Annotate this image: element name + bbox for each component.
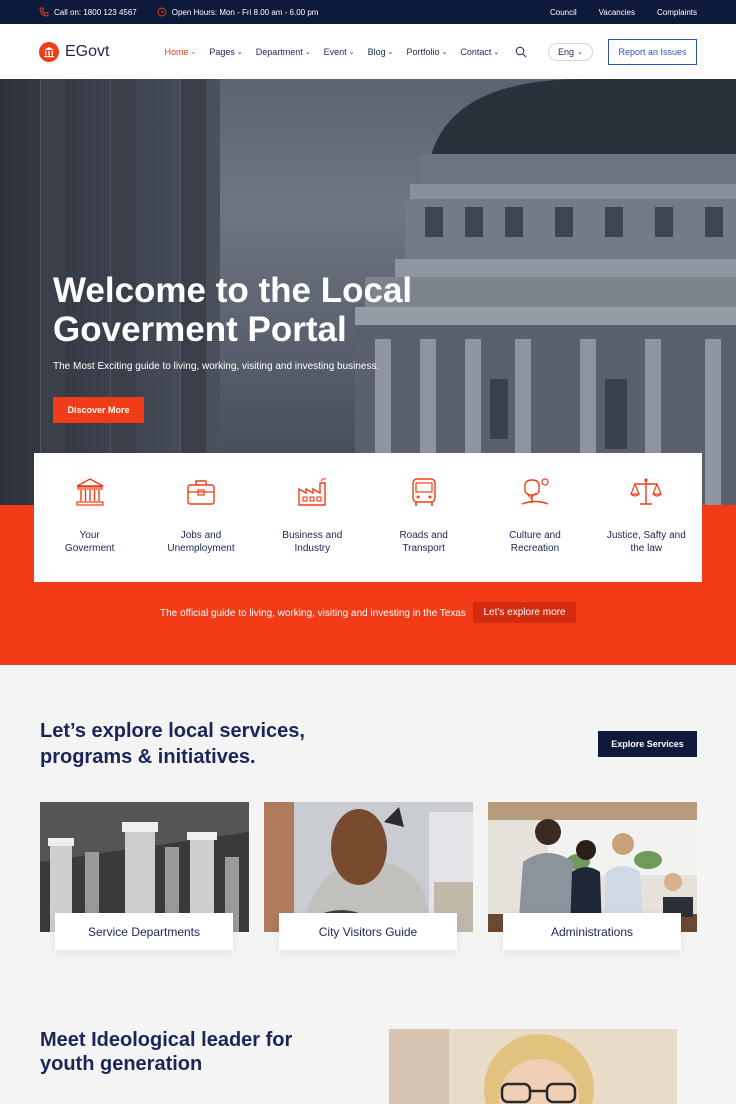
chevron-down-icon: ⌄: [493, 48, 500, 56]
logo[interactable]: EGovt: [39, 41, 110, 62]
service-label: Roads and Transport: [374, 529, 474, 555]
hours-info: Open Hours: Mon - Fri 8.00 am - 6.00 pm: [157, 7, 319, 17]
phone-info[interactable]: Call on: 1800 123 4567: [39, 7, 137, 17]
administrations-card[interactable]: Administrations: [503, 913, 681, 950]
phone-text: Call on: 1800 123 4567: [54, 7, 137, 17]
chevron-down-icon: ⌄: [577, 49, 583, 56]
nav-pages[interactable]: Pages ⌄: [209, 47, 242, 57]
search-icon[interactable]: [515, 46, 527, 58]
band-text: The official guide to living, working, v…: [160, 608, 466, 619]
scales-icon: [630, 478, 663, 505]
service-label-line: Industry: [294, 543, 331, 554]
council-link[interactable]: Council: [550, 8, 577, 17]
explore-more-button[interactable]: Let’s explore more: [473, 602, 576, 623]
language-select[interactable]: Eng ⌄: [548, 43, 593, 61]
service-label-line: the law: [630, 543, 663, 554]
explore-title-line2: programs & initiatives.: [40, 746, 256, 768]
nav-pages-label: Pages: [209, 46, 235, 57]
service-jobs[interactable]: Jobs and Unemployment: [145, 453, 256, 582]
nav-event-label: Event: [323, 46, 347, 57]
bus-icon: [411, 478, 436, 506]
top-bar: Call on: 1800 123 4567 Open Hours: Mon -…: [0, 0, 736, 24]
hours-text: Open Hours: Mon - Fri 8.00 am - 6.00 pm: [171, 7, 319, 17]
complaints-link[interactable]: Complaints: [657, 8, 697, 17]
nav-portfolio-label: Portfolio: [406, 46, 440, 57]
chevron-down-icon: ⌄: [441, 48, 448, 56]
nav-blog-label: Blog: [367, 46, 386, 57]
service-label-line: Recreation: [510, 543, 560, 554]
factory-icon: [298, 478, 327, 506]
service-label-line: Justice, Safty and: [606, 530, 686, 541]
leader-photo: [389, 1029, 677, 1104]
nav-home[interactable]: Home ⌄: [164, 47, 196, 57]
chevron-down-icon: ⌄: [190, 48, 197, 56]
chevron-down-icon: ⌄: [387, 48, 394, 56]
clock-icon: [157, 7, 167, 17]
leader-title-line1: Meet Ideological leader for: [40, 1029, 293, 1051]
chevron-down-icon: ⌄: [304, 48, 311, 56]
service-label: Jobs and Unemployment: [151, 529, 251, 555]
top-links: Council Vacancies Complaints: [550, 8, 697, 17]
explore-services-button[interactable]: Explore Services: [598, 731, 697, 757]
vacancies-link[interactable]: Vacancies: [599, 8, 635, 17]
service-label-line: Roads and: [399, 530, 448, 541]
nav-contact[interactable]: Contact ⌄: [460, 47, 499, 57]
government-building-icon: [76, 478, 104, 506]
language-value: Eng: [558, 47, 575, 57]
hero-subtitle: The Most Exciting guide to living, worki…: [53, 361, 380, 372]
hero-banner: Welcome to the Local Goverment Portal Th…: [0, 79, 736, 505]
phone-icon: [39, 7, 49, 17]
nav-department[interactable]: Department ⌄: [256, 47, 311, 57]
logo-text: EGovt: [65, 42, 110, 60]
hero-title-line2: Goverment Portal: [53, 310, 347, 349]
leader-title: Meet Ideological leader for youth genera…: [40, 1028, 340, 1076]
service-culture[interactable]: Culture and Recreation: [479, 453, 590, 582]
main-nav: Home ⌄ Pages ⌄ Department ⌄ Event ⌄ Blog ⌄ Po…: [164, 47, 499, 57]
logo-icon: [39, 41, 59, 62]
services-card: Your Goverment Jobs and Unemployment Busin…: [34, 453, 702, 582]
hero-title: Welcome to the Local Goverment Portal: [53, 271, 453, 349]
service-label-line: Jobs and: [180, 530, 222, 541]
service-label: Your Goverment: [40, 529, 140, 555]
leader-title-line2: youth generation: [40, 1053, 203, 1075]
briefcase-icon: [187, 480, 215, 505]
service-label: Justice, Safty and the law: [596, 529, 696, 555]
discover-more-button[interactable]: Discover More: [53, 397, 144, 423]
nav-blog[interactable]: Blog ⌄: [368, 47, 394, 57]
service-justice[interactable]: Justice, Safty and the law: [591, 453, 702, 582]
service-label-line: Culture and: [509, 530, 561, 541]
service-roads[interactable]: Roads and Transport: [368, 453, 479, 582]
chevron-down-icon: ⌄: [236, 48, 243, 56]
nav-event[interactable]: Event ⌄: [324, 47, 355, 57]
service-label-line: Goverment: [64, 543, 115, 554]
explore-title-line1: Let’s explore local services,: [40, 720, 305, 742]
service-label-line: Transport: [402, 543, 445, 554]
service-business[interactable]: Business and Industry: [257, 453, 368, 582]
hero-title-line1: Welcome to the Local: [53, 271, 413, 310]
tree-icon: [521, 478, 549, 505]
service-label-line: Your: [79, 530, 100, 541]
nav-home-label: Home: [164, 46, 189, 57]
report-issues-button[interactable]: Report an Issues: [608, 39, 697, 65]
nav-contact-label: Contact: [460, 46, 492, 57]
nav-portfolio[interactable]: Portfolio ⌄: [406, 47, 447, 57]
nav-department-label: Department: [255, 46, 303, 57]
service-label: Culture and Recreation: [485, 529, 585, 555]
service-your-government[interactable]: Your Goverment: [34, 453, 145, 582]
service-label: Business and Industry: [262, 529, 362, 555]
chevron-down-icon: ⌄: [348, 48, 355, 56]
service-label-line: Business and: [282, 530, 343, 541]
leader-image: [389, 1029, 677, 1104]
service-label-line: Unemployment: [167, 543, 235, 554]
explore-title: Let’s explore local services, programs &…: [40, 718, 340, 770]
service-departments-card[interactable]: Service Departments: [55, 913, 233, 950]
city-visitors-card[interactable]: City Visitors Guide: [279, 913, 457, 950]
